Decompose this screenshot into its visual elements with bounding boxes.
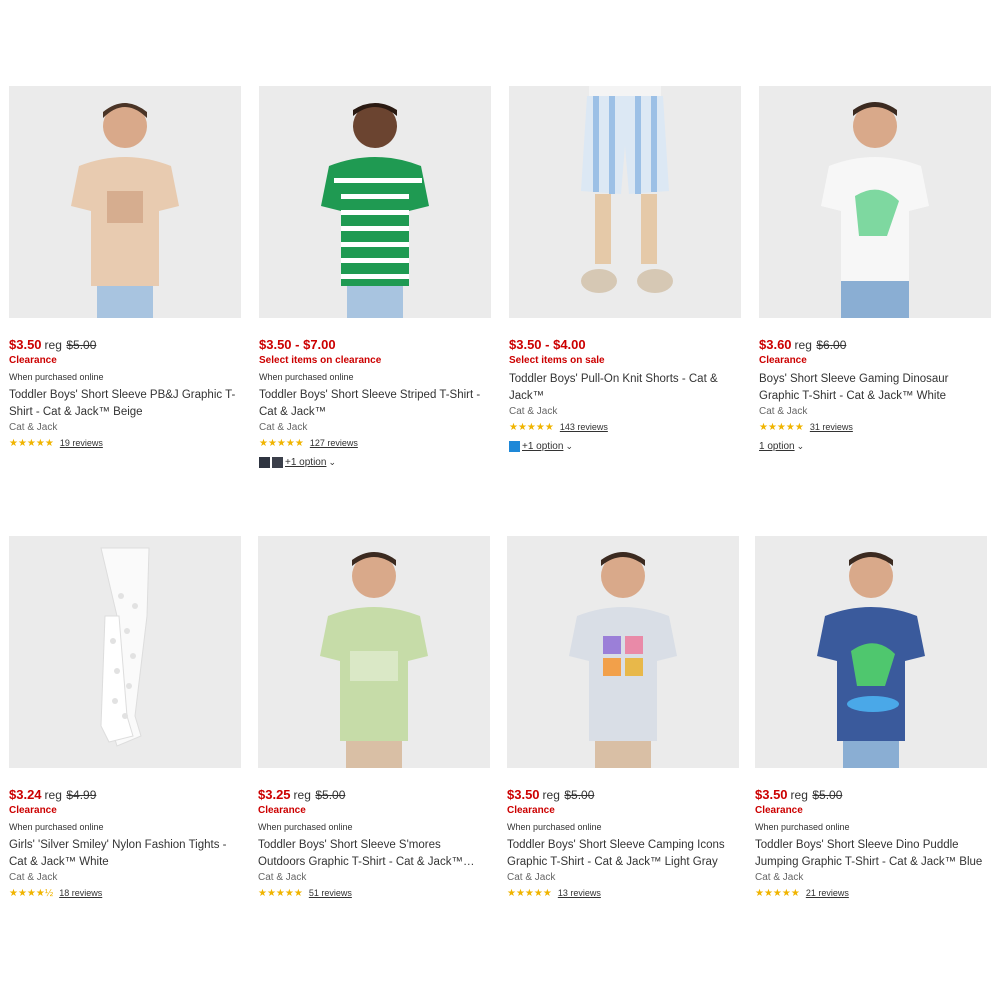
product-image[interactable] bbox=[759, 86, 991, 318]
sale-price: $3.50 bbox=[9, 337, 42, 352]
online-note: When purchased online bbox=[259, 372, 354, 382]
star-rating-icon: ★★★★½ bbox=[9, 887, 54, 899]
color-swatch[interactable] bbox=[509, 440, 520, 452]
product-image[interactable] bbox=[509, 86, 741, 318]
sale-price: $3.50 - $4.00 bbox=[509, 337, 586, 352]
product-photo-icon bbox=[755, 536, 987, 768]
reviews-link[interactable]: 51 reviews bbox=[309, 888, 352, 898]
brand-name: Cat & Jack bbox=[755, 872, 804, 883]
product-image[interactable] bbox=[258, 536, 490, 768]
chevron-down-icon: ⌄ bbox=[565, 440, 573, 451]
reviews-link[interactable]: 18 reviews bbox=[59, 888, 102, 898]
promo-label: Select items on clearance bbox=[259, 355, 382, 366]
brand-name: Cat & Jack bbox=[9, 872, 58, 883]
reviews-link[interactable]: 143 reviews bbox=[560, 422, 608, 432]
reviews-link[interactable]: 19 reviews bbox=[60, 438, 103, 448]
product-card[interactable]: $3.50 - $7.00 Select items on clearance … bbox=[259, 86, 491, 469]
online-note: When purchased online bbox=[9, 372, 104, 382]
product-image[interactable] bbox=[755, 536, 987, 768]
product-title-link[interactable]: Toddler Boys' Short Sleeve PB&J Graphic … bbox=[9, 387, 241, 421]
reg-price: $5.00 bbox=[564, 788, 595, 802]
product-title-link[interactable]: Toddler Boys' Short Sleeve S'mores Outdo… bbox=[258, 837, 490, 871]
reg-price: $5.00 bbox=[315, 788, 346, 802]
product-image[interactable] bbox=[507, 536, 739, 768]
product-image[interactable] bbox=[259, 86, 491, 318]
sale-price: $3.25 bbox=[258, 787, 291, 802]
product-card[interactable]: $3.25 reg $5.00 Clearance When purchased … bbox=[258, 536, 490, 900]
product-title-link[interactable]: Toddler Boys' Short Sleeve Dino Puddle J… bbox=[755, 837, 987, 871]
reg-label: reg bbox=[44, 788, 62, 802]
reg-label: reg bbox=[790, 788, 808, 802]
reg-label: reg bbox=[44, 338, 62, 352]
online-note: When purchased online bbox=[258, 822, 353, 832]
star-rating-icon: ★★★★★ bbox=[9, 437, 54, 449]
color-swatch[interactable] bbox=[272, 456, 283, 468]
sale-price: $3.50 bbox=[507, 787, 540, 802]
brand-name: Cat & Jack bbox=[759, 406, 808, 417]
promo-label: Clearance bbox=[9, 805, 57, 816]
promo-label: Clearance bbox=[507, 805, 555, 816]
star-rating-icon: ★★★★★ bbox=[259, 437, 304, 449]
online-note: When purchased online bbox=[507, 822, 602, 832]
star-rating-icon: ★★★★★ bbox=[755, 887, 800, 899]
reg-price: $5.00 bbox=[66, 338, 97, 352]
color-swatch[interactable] bbox=[259, 456, 270, 468]
product-image[interactable] bbox=[9, 86, 241, 318]
sale-price: $3.50 - $7.00 bbox=[259, 337, 336, 352]
reg-price: $6.00 bbox=[816, 338, 847, 352]
online-note: When purchased online bbox=[9, 822, 104, 832]
promo-label: Clearance bbox=[258, 805, 306, 816]
sale-price: $3.24 bbox=[9, 787, 42, 802]
more-options-link[interactable]: 1 option bbox=[759, 441, 795, 452]
promo-label: Clearance bbox=[9, 355, 57, 366]
promo-label: Clearance bbox=[759, 355, 807, 366]
product-title-link[interactable]: Girls' 'Silver Smiley' Nylon Fashion Tig… bbox=[9, 837, 241, 871]
brand-name: Cat & Jack bbox=[509, 406, 558, 417]
reg-label: reg bbox=[542, 788, 560, 802]
product-photo-icon bbox=[259, 86, 491, 318]
star-rating-icon: ★★★★★ bbox=[258, 887, 303, 899]
more-options-link[interactable]: +1 option bbox=[285, 457, 326, 468]
product-card[interactable]: $3.50 reg $5.00 Clearance When purchased … bbox=[755, 536, 987, 900]
chevron-down-icon: ⌄ bbox=[328, 456, 336, 467]
product-photo-icon bbox=[258, 536, 490, 768]
brand-name: Cat & Jack bbox=[259, 422, 308, 433]
product-photo-icon bbox=[759, 86, 991, 318]
star-rating-icon: ★★★★★ bbox=[509, 421, 554, 433]
product-card[interactable]: $3.60 reg $6.00 Clearance Boys' Short Sle… bbox=[759, 86, 991, 453]
brand-name: Cat & Jack bbox=[507, 872, 556, 883]
chevron-down-icon: ⌄ bbox=[796, 440, 805, 451]
product-title-link[interactable]: Toddler Boys' Short Sleeve Striped T-Shi… bbox=[259, 387, 491, 421]
promo-label: Clearance bbox=[755, 805, 803, 816]
brand-name: Cat & Jack bbox=[258, 872, 307, 883]
sale-price: $3.60 bbox=[759, 337, 792, 352]
product-title-link[interactable]: Boys' Short Sleeve Gaming Dinosaur Graph… bbox=[759, 371, 991, 405]
promo-label: Select items on sale bbox=[509, 355, 605, 366]
online-note: When purchased online bbox=[755, 822, 850, 832]
product-photo-icon bbox=[9, 86, 241, 318]
reviews-link[interactable]: 13 reviews bbox=[558, 888, 601, 898]
brand-name: Cat & Jack bbox=[9, 422, 58, 433]
product-photo-icon bbox=[9, 536, 241, 768]
more-options-link[interactable]: +1 option bbox=[522, 441, 563, 452]
star-rating-icon: ★★★★★ bbox=[507, 887, 552, 899]
product-card[interactable]: $3.24 reg $4.99 Clearance When purchased … bbox=[9, 536, 241, 900]
sale-price: $3.50 bbox=[755, 787, 788, 802]
reviews-link[interactable]: 127 reviews bbox=[310, 438, 358, 448]
product-title-link[interactable]: Toddler Boys' Short Sleeve Camping Icons… bbox=[507, 837, 739, 871]
reviews-link[interactable]: 21 reviews bbox=[806, 888, 849, 898]
product-card[interactable]: $3.50 - $4.00 Select items on sale Toddl… bbox=[509, 86, 741, 453]
star-rating-icon: ★★★★★ bbox=[759, 421, 804, 433]
reg-label: reg bbox=[794, 338, 812, 352]
reg-price: $4.99 bbox=[66, 788, 97, 802]
product-photo-icon bbox=[509, 86, 741, 318]
product-card[interactable]: $3.50 reg $5.00 Clearance When purchased … bbox=[9, 86, 241, 450]
product-card[interactable]: $3.50 reg $5.00 Clearance When purchased … bbox=[507, 536, 739, 900]
product-image[interactable] bbox=[9, 536, 241, 768]
reg-label: reg bbox=[293, 788, 311, 802]
product-title-link[interactable]: Toddler Boys' Pull-On Knit Shorts - Cat … bbox=[509, 371, 741, 405]
reg-price: $5.00 bbox=[812, 788, 843, 802]
product-photo-icon bbox=[507, 536, 739, 768]
reviews-link[interactable]: 31 reviews bbox=[810, 422, 853, 432]
